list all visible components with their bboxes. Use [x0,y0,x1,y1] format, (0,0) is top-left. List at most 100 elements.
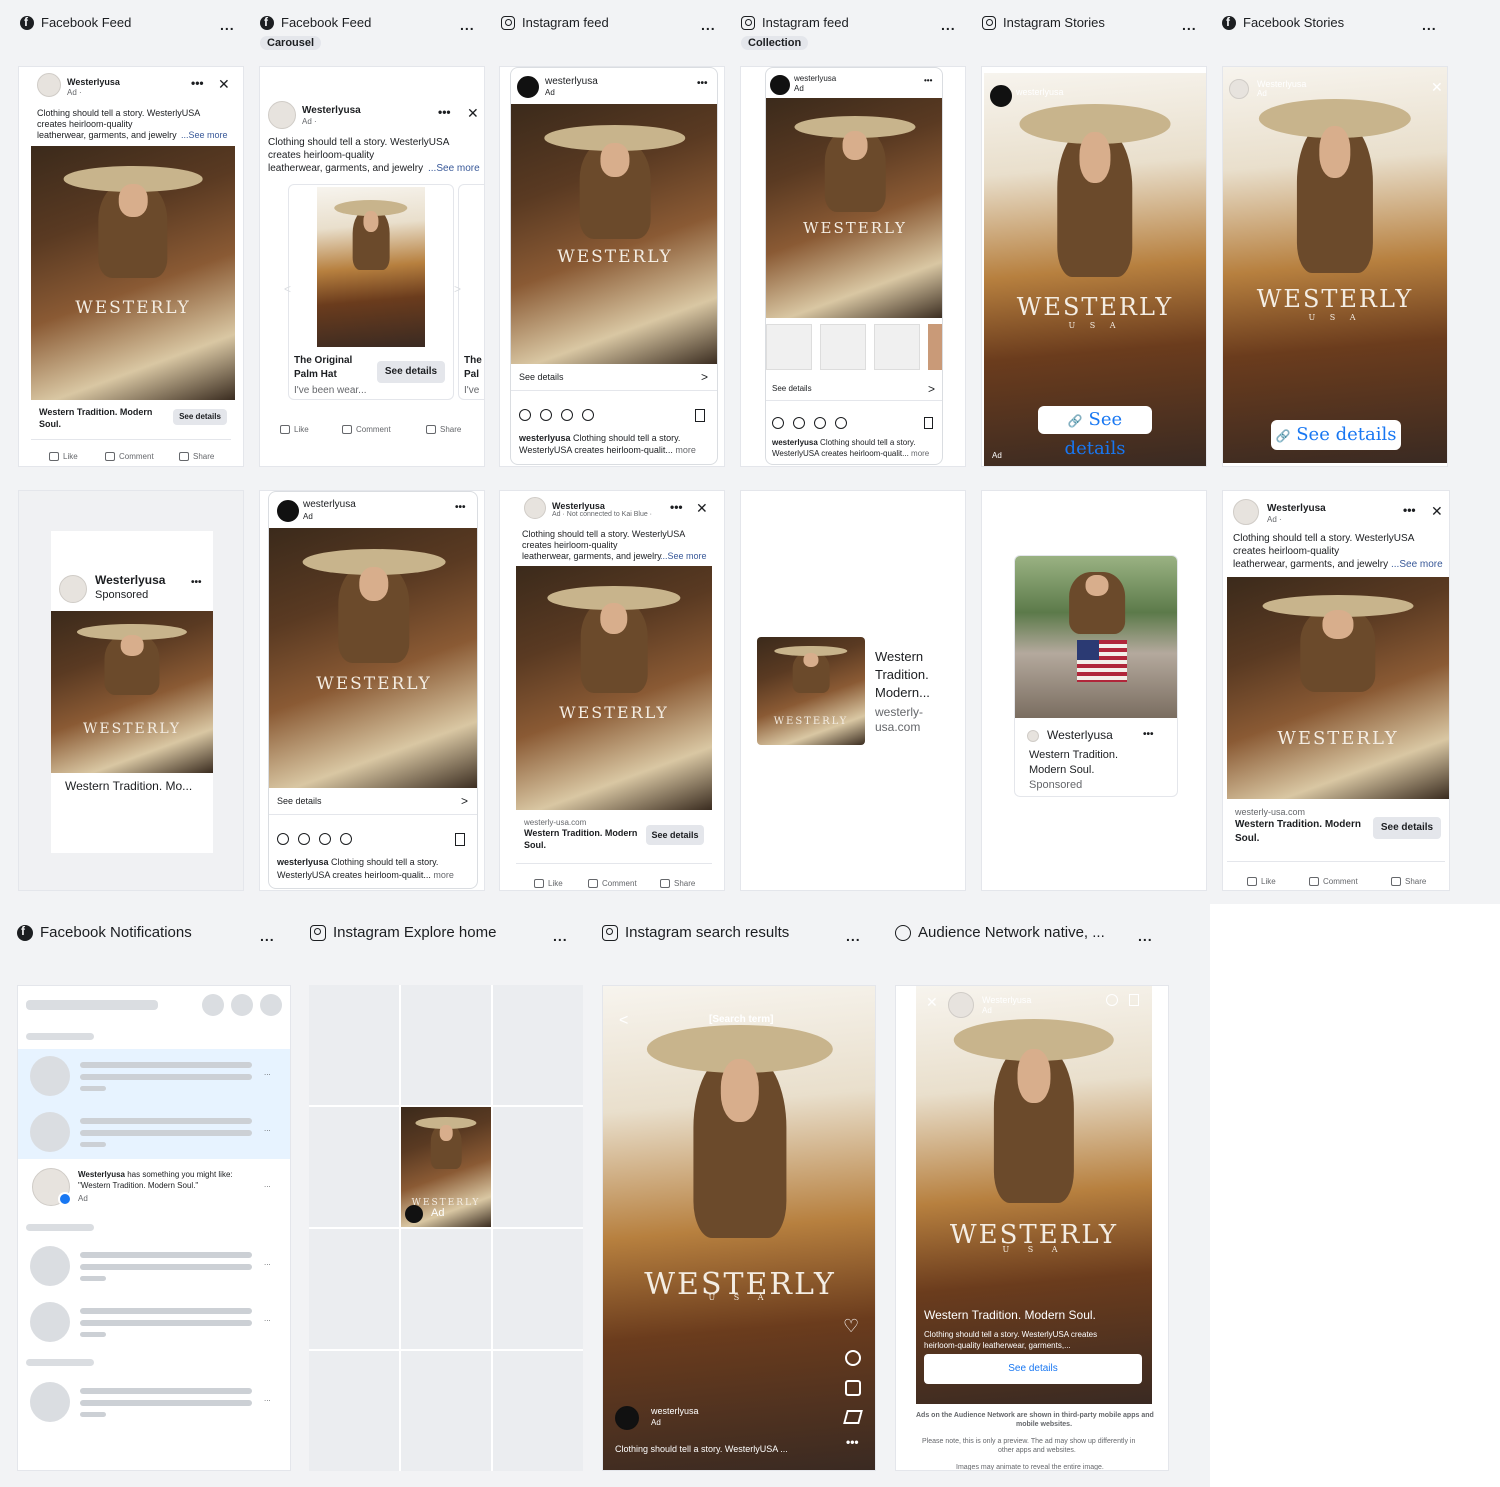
more-options-button[interactable]: ... [941,17,956,33]
like-button[interactable]: Like [49,452,78,461]
more-link[interactable]: more [911,449,929,458]
preview-audience-network[interactable]: WESTERLY U S A ✕ Westerlyusa Ad Western … [895,985,1169,1471]
carousel-prev-arrow[interactable]: < [284,282,291,296]
close-icon[interactable]: ✕ [926,994,938,1011]
bookmark-icon[interactable] [924,417,933,429]
more-options-button[interactable]: ... [553,928,568,944]
collection-thumbnail[interactable] [928,324,942,370]
marketplace-card[interactable]: Westerlyusa ••• Western Tradition. Moder… [1014,555,1178,797]
preview-facebook-feed-carousel[interactable]: Westerlyusa Ad · ••• ✕ Clothing should t… [259,66,485,467]
like-button[interactable]: Like [280,425,309,434]
share-button[interactable]: Share [1391,877,1426,886]
see-details-sticker[interactable]: 🔗 See details [1271,420,1401,450]
preview-instagram-search-results[interactable]: WESTERLY U S A < [Search term] ♡ ••• wes… [602,985,876,1471]
collection-thumbnail[interactable] [820,324,866,370]
more-icon[interactable]: ••• [697,78,708,89]
comment-button[interactable]: Comment [105,452,154,461]
more-icon[interactable]: ••• [670,500,683,514]
share-button[interactable]: Share [179,452,214,461]
preview-facebook-feed[interactable]: Westerlyusa Ad · ••• ✕ Clothing should t… [18,66,244,467]
see-details-link[interactable]: See details [772,384,812,393]
see-more-link[interactable]: ...See more [1391,559,1443,570]
comment-button[interactable]: Comment [588,879,637,888]
preview-instagram-feed[interactable]: westerlyusa Ad ••• WESTERLY See details … [499,66,725,467]
preview-instagram-stories[interactable]: WESTERLY U S A westerlyusa 🔗 See details… [981,66,1207,467]
see-details-link[interactable]: See details [519,372,564,382]
collection-thumbnail[interactable] [766,324,812,370]
preview-facebook-search-results[interactable]: WESTERLY Western Tradition. Modern... we… [740,490,966,891]
advertiser-name[interactable]: Westerlyusa [67,77,120,87]
preview-instagram-profile-feed[interactable]: westerlyusa Ad ••• WESTERLY See details … [259,490,485,891]
more-options-button[interactable]: ... [460,17,475,33]
carousel-card-next[interactable]: The Pal I've [458,184,484,400]
preview-instagram-explore[interactable]: WESTERLY Ad [309,985,583,1471]
more-link[interactable]: more [675,445,696,455]
see-details-button[interactable]: See details [377,361,445,383]
more-options-button[interactable]: ... [701,17,716,33]
collection-thumbnail[interactable] [874,324,920,370]
like-button[interactable]: Like [534,879,563,888]
more-icon[interactable]: ••• [438,105,451,119]
explore-ad-tile[interactable]: WESTERLY Ad [401,1107,491,1227]
advertiser-handle[interactable]: westerlyusa [545,76,598,87]
more-icon[interactable]: ... [264,1180,271,1189]
preview-facebook-notifications[interactable]: ... ... Westerlyusa has something you mi… [17,985,291,1471]
more-options-button[interactable]: ... [1138,928,1153,944]
more-icon[interactable]: ••• [924,76,932,85]
close-icon[interactable]: ✕ [467,105,479,122]
preview-facebook-right-column[interactable]: Westerlyusa Sponsored ••• WESTERLY Weste… [18,490,244,891]
more-options-button[interactable]: ... [220,17,235,33]
engagement-icons[interactable] [772,417,847,429]
advertiser-name[interactable]: Westerlyusa [302,105,361,116]
close-icon[interactable]: ✕ [1431,79,1443,96]
engagement-icons[interactable] [277,833,352,845]
advertiser-name[interactable]: Westerlyusa [552,501,605,511]
share-button[interactable]: Share [426,425,461,434]
more-options-button[interactable]: ... [1182,17,1197,33]
see-more-link[interactable]: ...See more [660,551,707,561]
engagement-icons[interactable] [519,409,594,421]
see-details-button[interactable]: See details [1373,817,1441,839]
bookmark-icon[interactable] [695,409,705,422]
see-details-link[interactable]: See details [277,796,322,806]
see-more-link[interactable]: ...See more [181,130,228,140]
comment-button[interactable]: Comment [1309,877,1358,886]
see-more-link[interactable]: ...See more [428,163,480,174]
advertiser-handle[interactable]: westerlyusa [651,1406,699,1416]
close-icon[interactable]: ✕ [696,500,708,517]
more-link[interactable]: more [433,870,454,880]
advertiser-handle[interactable]: westerlyusa [794,74,836,83]
advertiser-handle[interactable]: westerlyusa [303,499,356,510]
like-button[interactable]: Like [1247,877,1276,886]
more-icon[interactable]: ••• [846,1435,859,1449]
heart-icon[interactable]: ♡ [843,1316,859,1337]
adchoices-icon[interactable] [1129,994,1139,1006]
preview-facebook-stories[interactable]: WESTERLY U S A Westerlyusa Ad ✕ 🔗 See de… [1222,66,1448,467]
see-details-button[interactable]: See details [924,1354,1142,1384]
advertiser-name[interactable]: Westerlyusa [982,995,1031,1005]
more-options-button[interactable]: ... [1422,17,1437,33]
see-details-button[interactable]: See details [646,825,704,845]
notification-text[interactable]: Westerlyusa has something you might like… [78,1170,233,1179]
more-options-button[interactable]: ... [846,928,861,944]
preview-instagram-collection[interactable]: westerlyusa Ad ••• WESTERLY See details … [740,66,966,467]
back-arrow-icon[interactable]: < [619,1012,628,1030]
preview-facebook-video-feed[interactable]: Westerlyusa Ad · Not connected to Kai Bl… [499,490,725,891]
share-button[interactable]: Share [660,879,695,888]
repost-icon[interactable] [845,1380,861,1396]
advertiser-handle[interactable]: westerlyusa [1016,87,1064,97]
comment-icon[interactable] [845,1350,861,1366]
more-icon[interactable]: ••• [191,76,204,90]
comment-button[interactable]: Comment [342,425,391,434]
advertiser-name[interactable]: Westerlyusa [1257,79,1306,89]
more-icon[interactable]: ••• [1403,503,1416,517]
more-options-button[interactable]: ... [260,928,275,944]
carousel-next-arrow[interactable]: > [454,282,461,296]
marketplace-card[interactable]: Westerlyusa Sponsored ••• WESTERLY Weste… [51,531,213,853]
advertiser-name[interactable]: Westerlyusa [1047,728,1113,742]
more-icon[interactable]: ••• [455,502,466,513]
info-icon[interactable] [1106,994,1118,1006]
preview-facebook-feed-alt[interactable]: Westerlyusa Ad · ••• ✕ Clothing should t… [1222,490,1450,891]
more-icon[interactable]: ••• [191,577,202,588]
advertiser-name[interactable]: Westerlyusa [1267,503,1326,514]
